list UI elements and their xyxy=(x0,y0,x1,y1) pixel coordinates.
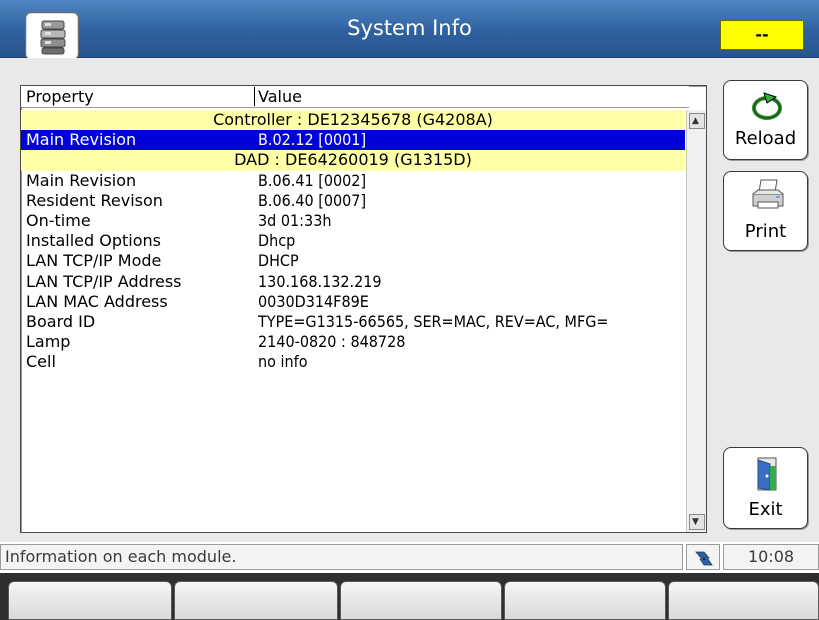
arrow-down-icon: ▼ xyxy=(692,517,699,527)
row-value: DHCP xyxy=(258,251,299,271)
table-row[interactable]: LAN TCP/IP Address 130.168.132.219 xyxy=(21,272,685,292)
row-value: 2140-0820 : 848728 xyxy=(258,332,406,352)
reload-icon xyxy=(752,92,782,120)
exit-button[interactable]: Exit xyxy=(723,447,808,529)
row-property: Lamp xyxy=(26,332,71,352)
table-row[interactable]: Installed Options Dhcp xyxy=(21,231,685,251)
softkey-4[interactable] xyxy=(504,581,666,620)
group-label: Controller : DE12345678 (G4208A) xyxy=(213,110,493,129)
property-table: Property Value Controller : DE12345678 (… xyxy=(20,85,707,533)
window-title: System Info xyxy=(347,16,472,40)
print-label: Print xyxy=(744,221,787,242)
status-message: Information on each module. xyxy=(0,544,683,570)
row-property: LAN MAC Address xyxy=(26,291,168,311)
row-property: LAN TCP/IP Address xyxy=(26,271,182,291)
row-value: no info xyxy=(258,352,308,372)
row-value: 130.168.132.219 xyxy=(258,271,382,291)
printer-icon xyxy=(752,179,784,209)
row-property: Installed Options xyxy=(26,231,161,251)
reload-button[interactable]: Reload xyxy=(723,80,808,160)
row-property: Resident Revison xyxy=(26,190,163,210)
status-indicator[interactable]: -- xyxy=(720,20,804,50)
row-value: B.06.40 [0007] xyxy=(258,190,367,210)
scroll-down-button[interactable]: ▼ xyxy=(689,514,705,530)
reload-label: Reload xyxy=(734,128,797,149)
column-separator[interactable] xyxy=(254,87,255,106)
exit-label: Exit xyxy=(748,499,783,520)
table-rows: Controller : DE12345678 (G4208A) Main Re… xyxy=(21,110,685,372)
table-header: Property Value xyxy=(21,86,689,108)
group-label: DAD : DE64260019 (G1315D) xyxy=(234,150,472,170)
print-button[interactable]: Print xyxy=(723,171,808,251)
row-property: Main Revision xyxy=(26,170,137,190)
scroll-up-button[interactable]: ▲ xyxy=(689,113,705,129)
network-status[interactable] xyxy=(686,544,720,570)
softkey-3[interactable] xyxy=(340,581,502,620)
softkey-2[interactable] xyxy=(174,581,338,620)
arrow-up-icon: ▲ xyxy=(692,116,699,126)
table-row[interactable]: Main Revision B.06.41 [0002] xyxy=(21,171,685,191)
table-row[interactable]: Board ID TYPE=G1315-66565, SER=MAC, REV=… xyxy=(21,312,685,332)
header-value[interactable]: Value xyxy=(258,86,302,108)
row-value: 3d 01:33h xyxy=(258,210,332,230)
clock: 10:08 xyxy=(723,544,819,570)
network-icon xyxy=(695,551,713,566)
table-row[interactable]: Cell no info xyxy=(21,352,685,372)
title-bar: System Info -- xyxy=(0,0,819,60)
row-value: Dhcp xyxy=(258,231,296,251)
row-property: LAN TCP/IP Mode xyxy=(26,251,162,271)
row-value: TYPE=G1315-66565, SER=MAC, REV=AC, MFG= xyxy=(258,311,609,331)
vertical-scrollbar[interactable]: ▲ ▼ xyxy=(686,110,706,532)
row-property: Cell xyxy=(26,352,56,372)
row-property: Main Revision xyxy=(26,130,137,150)
group-row-dad[interactable]: DAD : DE64260019 (G1315D) xyxy=(21,150,685,171)
softkey-bar xyxy=(0,573,819,620)
table-row[interactable]: Main Revision B.02.12 [0001] xyxy=(21,130,685,151)
softkey-5[interactable] xyxy=(668,581,819,620)
row-property: On-time xyxy=(26,210,91,230)
row-property: Board ID xyxy=(26,311,96,331)
exit-door-icon xyxy=(757,457,777,491)
table-row[interactable]: Lamp 2140-0820 : 848728 xyxy=(21,332,685,352)
row-value: B.02.12 [0001] xyxy=(258,130,367,150)
row-value: B.06.41 [0002] xyxy=(258,170,367,190)
table-row[interactable]: On-time 3d 01:33h xyxy=(21,211,685,231)
row-value: 0030D314F89E xyxy=(258,291,369,311)
softkey-1[interactable] xyxy=(8,581,172,620)
table-row[interactable]: LAN MAC Address 0030D314F89E xyxy=(21,292,685,312)
table-row[interactable]: Resident Revison B.06.40 [0007] xyxy=(21,191,685,211)
header-property[interactable]: Property xyxy=(26,86,94,108)
group-row-controller[interactable]: Controller : DE12345678 (G4208A) xyxy=(21,110,685,131)
table-row[interactable]: LAN TCP/IP Mode DHCP xyxy=(21,251,685,271)
